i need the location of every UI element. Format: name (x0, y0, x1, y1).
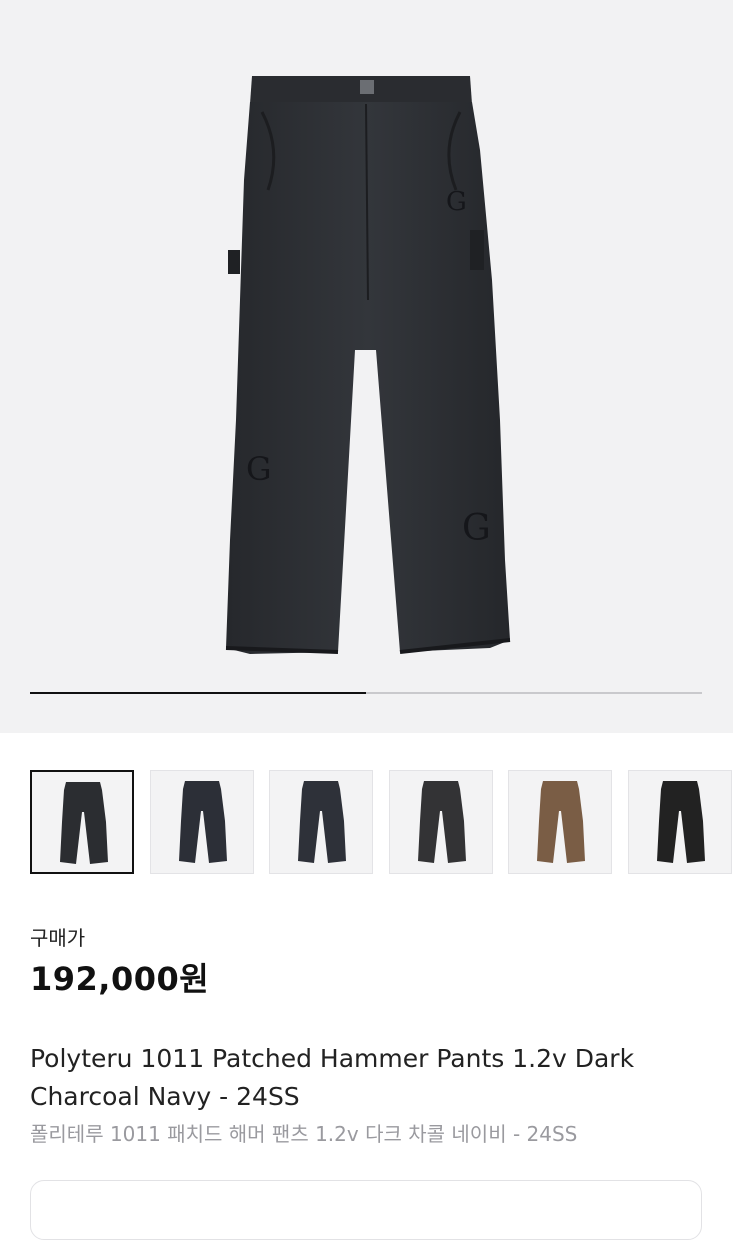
pants-thumbnail-icon (60, 782, 108, 864)
thumbnail-5[interactable] (508, 770, 612, 874)
svg-text:G: G (246, 450, 272, 488)
pants-thumbnail-icon (656, 781, 705, 863)
thumbnail-4[interactable] (388, 770, 493, 874)
pants-thumbnail-icon (178, 781, 227, 863)
thumbnail-strip[interactable] (30, 770, 733, 874)
thumbnail-6[interactable] (627, 770, 732, 874)
product-hero-image[interactable]: G G G (0, 0, 733, 733)
thumbnail-2[interactable] (149, 770, 254, 874)
pants-thumbnail-icon (537, 781, 585, 863)
svg-text:G: G (462, 508, 491, 549)
thumbnail-1[interactable] (30, 770, 134, 874)
pants-thumbnail-icon (298, 781, 346, 863)
pants-thumbnail-icon (417, 781, 466, 863)
svg-text:G: G (446, 187, 467, 217)
thumbnail-3[interactable] (269, 770, 373, 874)
price-label: 구매가 (30, 926, 86, 950)
product-title: Polyteru 1011 Patched Hammer Pants 1.2v … (30, 1044, 635, 1111)
image-carousel-progress (30, 692, 702, 694)
bottom-card[interactable] (30, 1180, 702, 1240)
image-carousel-progress-fill (30, 692, 366, 694)
product-subtitle: 폴리테루 1011 패치드 해머 팬츠 1.2v 다크 차콜 네이비 - 24S… (30, 1122, 578, 1146)
price-value: 192,000원 (30, 960, 210, 998)
pants-product-photo-icon: G G G (225, 76, 511, 654)
